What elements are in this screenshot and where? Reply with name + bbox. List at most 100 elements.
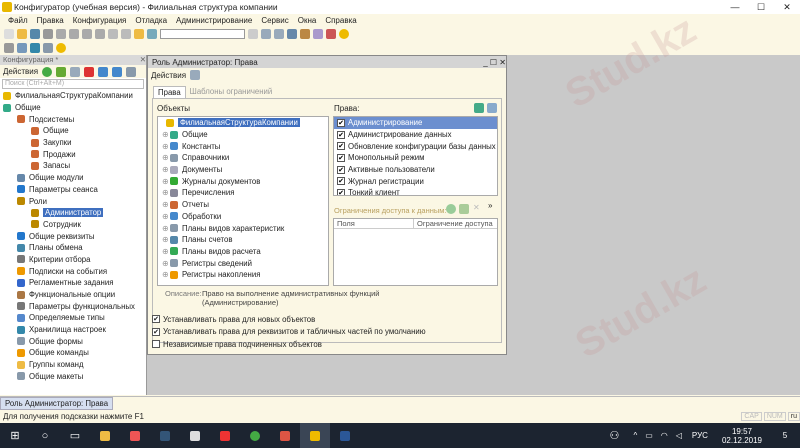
menu-edit[interactable]: Правка — [37, 16, 64, 25]
copy-icon[interactable] — [56, 29, 66, 39]
paste-icon[interactable] — [69, 29, 79, 39]
tree-item[interactable]: ФилиальнаяСтруктураКомпании — [3, 90, 146, 102]
right-checkbox[interactable]: ✔ — [337, 177, 345, 186]
assistant-icon[interactable] — [300, 29, 310, 39]
start-icon[interactable]: ⊞ — [0, 423, 30, 448]
expand-icon[interactable]: ⊕ — [162, 142, 170, 151]
right-checkbox[interactable]: ✔ — [337, 118, 345, 127]
expand-icon[interactable]: ⊕ — [162, 130, 170, 139]
clock[interactable]: 19:57 02.12.2019 — [722, 427, 762, 445]
tree-item[interactable]: Сотрудник — [3, 219, 146, 231]
expand-icon[interactable]: ⊕ — [162, 212, 170, 221]
expand-icon[interactable]: ⊕ — [162, 235, 170, 244]
right-checkbox[interactable]: ✔ — [337, 153, 345, 162]
tree-item[interactable]: Функциональные опции — [3, 289, 146, 301]
search-input[interactable] — [160, 29, 245, 39]
right-item[interactable]: ✔ Обновление конфигурации базы данных — [334, 140, 497, 152]
object-item[interactable]: ⊕ Обработки — [160, 211, 328, 223]
tree-item[interactable]: Группы команд — [3, 359, 146, 371]
1c-icon[interactable] — [300, 423, 330, 448]
copy-rights-icon[interactable] — [487, 103, 497, 113]
column-restriction[interactable]: Ограничение доступа — [414, 219, 493, 228]
object-item[interactable]: ⊕ Регистры накопления — [160, 269, 328, 281]
minimize-button[interactable]: — — [722, 2, 748, 12]
right-checkbox[interactable]: ✔ — [337, 188, 345, 195]
delete-icon[interactable] — [84, 66, 95, 77]
object-item[interactable]: ⊕ Регистры сведений — [160, 257, 328, 269]
tree-search-input[interactable]: Поиск (Ctrl+Alt+M) — [2, 79, 144, 89]
tree-item[interactable]: Продажи — [3, 148, 146, 160]
expand-icon[interactable]: ⊕ — [162, 247, 170, 256]
word-icon[interactable] — [330, 423, 360, 448]
database-icon[interactable] — [30, 43, 40, 53]
tree-item[interactable]: Администратор — [3, 207, 146, 219]
minimize-button[interactable]: _ — [483, 58, 490, 67]
move-up-icon[interactable] — [98, 66, 109, 77]
tree-item[interactable]: Определяемые типы — [3, 312, 146, 324]
tab-rights[interactable]: Права — [153, 86, 186, 98]
rights-list[interactable]: ✔ Администрирование ✔ Администрирование дан… — [333, 116, 498, 196]
print-icon[interactable] — [82, 29, 92, 39]
explorer-icon[interactable] — [90, 423, 120, 448]
delete-restriction-icon[interactable]: ✕ — [473, 203, 480, 212]
mail-icon[interactable] — [180, 423, 210, 448]
find-prev-icon[interactable] — [274, 29, 284, 39]
tree-item[interactable]: Роли — [3, 195, 146, 207]
language-selector[interactable]: ru — [787, 412, 800, 421]
option-item[interactable]: ✔ Устанавливать права для реквизитов и та… — [152, 326, 426, 339]
book-icon[interactable] — [326, 29, 336, 39]
expand-icon[interactable]: ⊕ — [162, 165, 170, 174]
sort-icon[interactable] — [126, 66, 137, 77]
right-item[interactable]: ✔ Монопольный режим — [334, 152, 497, 164]
config-icon[interactable] — [4, 43, 14, 53]
maximize-button[interactable]: ☐ — [490, 58, 499, 67]
wifi-icon[interactable]: ◠ — [661, 431, 668, 440]
undo-icon[interactable] — [108, 29, 118, 39]
right-checkbox[interactable]: ✔ — [337, 165, 345, 174]
column-fields[interactable]: Поля — [334, 219, 414, 228]
menu-service[interactable]: Сервис — [261, 16, 288, 25]
update-icon[interactable] — [17, 43, 27, 53]
tree-item[interactable]: Подсистемы — [3, 113, 146, 125]
objects-tree[interactable]: ФилиальнаяСтруктураКомпании ⊕ Общие ⊕ Конста… — [157, 116, 329, 286]
expand-icon[interactable]: ⊕ — [162, 153, 170, 162]
tree-item[interactable]: Регламентные задания — [3, 277, 146, 289]
right-item[interactable]: ✔ Активные пользователи — [334, 164, 497, 176]
tree-item[interactable]: Хранилища настроек — [3, 324, 146, 336]
cut-icon[interactable] — [43, 29, 53, 39]
store-icon[interactable] — [120, 423, 150, 448]
expand-icon[interactable]: ⊕ — [162, 224, 170, 233]
actions-menu[interactable]: Действия — [3, 67, 38, 76]
search-icon[interactable]: ○ — [30, 423, 60, 448]
expand-icon[interactable]: ⊕ — [162, 270, 170, 279]
option-item[interactable]: ✔ Устанавливать права для новых объектов — [152, 313, 426, 326]
yandex-icon[interactable] — [210, 423, 240, 448]
object-item[interactable]: ⊕ Журналы документов — [160, 175, 328, 187]
tree-item[interactable]: Закупки — [3, 137, 146, 149]
object-item[interactable]: ⊕ Отчеты — [160, 199, 328, 211]
tree-item[interactable]: Общие — [3, 125, 146, 137]
dropdown-icon[interactable] — [248, 29, 258, 39]
object-item[interactable]: ⊕ Справочники — [160, 152, 328, 164]
tree-item[interactable]: Общие формы — [3, 335, 146, 347]
right-checkbox[interactable]: ✔ — [337, 142, 345, 151]
preview-icon[interactable] — [95, 29, 105, 39]
tree-item[interactable]: Критерии отбора — [3, 254, 146, 266]
expand-icon[interactable]: ⊕ — [162, 177, 170, 186]
maximize-button[interactable]: ☐ — [748, 2, 774, 13]
people-icon[interactable]: ⚇ — [599, 423, 629, 448]
tree-item[interactable]: Запасы — [3, 160, 146, 172]
app-b-icon[interactable] — [150, 423, 180, 448]
filter-icon[interactable] — [190, 70, 201, 80]
tree-item[interactable]: Общие модули — [3, 172, 146, 184]
expand-icon[interactable]: ⊕ — [162, 259, 170, 268]
menu-administration[interactable]: Администрирование — [176, 16, 252, 25]
option-checkbox[interactable]: ✔ — [152, 327, 160, 336]
menu-help[interactable]: Справка — [325, 16, 356, 25]
tree-item[interactable]: Подписки на события — [3, 265, 146, 277]
tree-item[interactable]: Общие команды — [3, 347, 146, 359]
tree-item[interactable]: Планы обмена — [3, 242, 146, 254]
add-restriction-icon[interactable] — [446, 204, 456, 214]
object-item[interactable]: ⊕ Планы видов расчета — [160, 246, 328, 258]
tree-item[interactable]: Параметры функциональных — [3, 300, 146, 312]
